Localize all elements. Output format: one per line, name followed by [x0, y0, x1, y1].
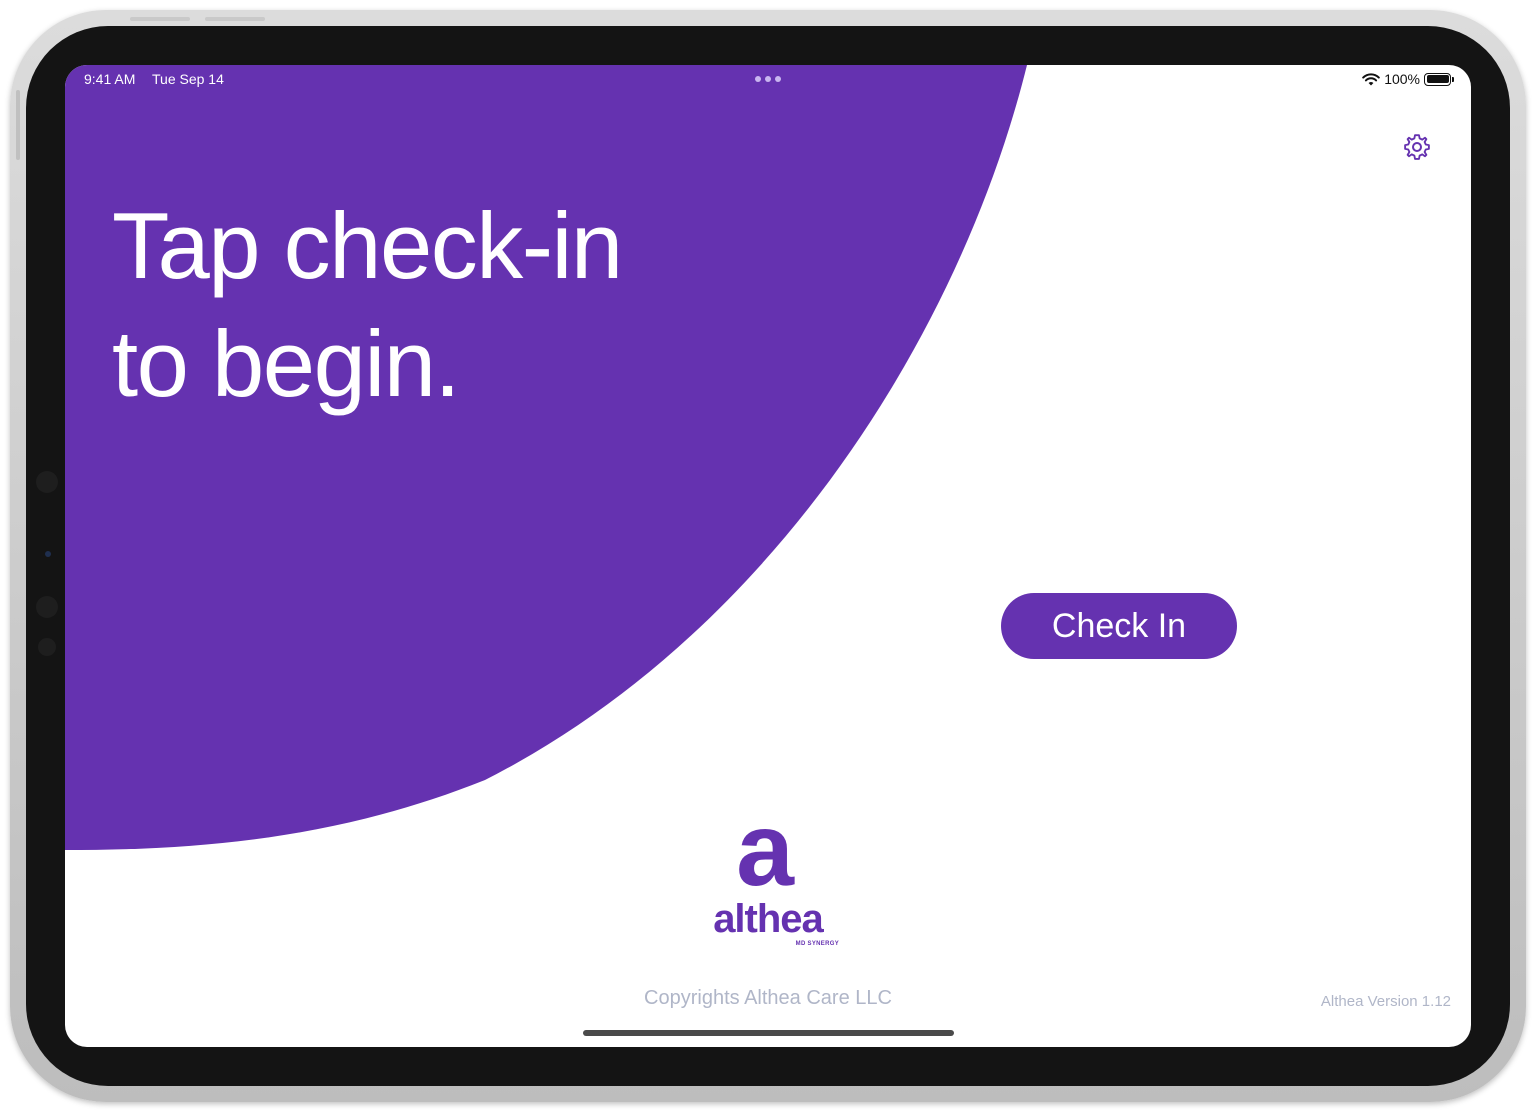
top-button-left	[130, 17, 190, 21]
logo-mark-letter: a	[736, 813, 795, 895]
battery-level	[1426, 75, 1449, 83]
purple-arc	[65, 65, 1027, 850]
copyright-text: Copyrights Althea Care LLC	[644, 987, 892, 1009]
multitasking-dots-icon[interactable]	[755, 76, 781, 82]
headline: Tap check-in to begin.	[112, 187, 623, 423]
sensor-dot	[36, 596, 58, 618]
headline-line-2: to begin.	[112, 311, 461, 416]
headline-line-1: Tap check-in	[112, 193, 623, 298]
app-screen: 9:41 AM Tue Sep 14 100% Tap check-in to …	[65, 65, 1471, 1047]
battery-percent: 100%	[1384, 71, 1420, 87]
camera-lens	[45, 551, 51, 557]
status-date: Tue Sep 14	[152, 71, 224, 87]
version-text: Althea Version 1.12	[1320, 993, 1451, 1010]
wifi-icon	[1362, 72, 1380, 85]
side-button	[16, 90, 20, 160]
althea-logo-mark: a	[736, 813, 795, 895]
check-in-button[interactable]: Check In	[1001, 593, 1237, 659]
althea-wordmark: althea	[713, 897, 824, 941]
status-time: 9:41 AM	[84, 71, 136, 87]
sensor-dot	[38, 638, 56, 656]
status-indicators: 100%	[1362, 70, 1454, 88]
logo-tagline: MD SYNERGY	[795, 941, 839, 947]
home-indicator[interactable]	[583, 1030, 954, 1036]
top-button-right	[205, 17, 265, 21]
sensor-dot	[36, 471, 58, 493]
gear-icon[interactable]	[1402, 132, 1432, 162]
status-bar: 9:41 AM Tue Sep 14 100%	[65, 65, 1471, 93]
battery-icon	[1424, 72, 1454, 86]
